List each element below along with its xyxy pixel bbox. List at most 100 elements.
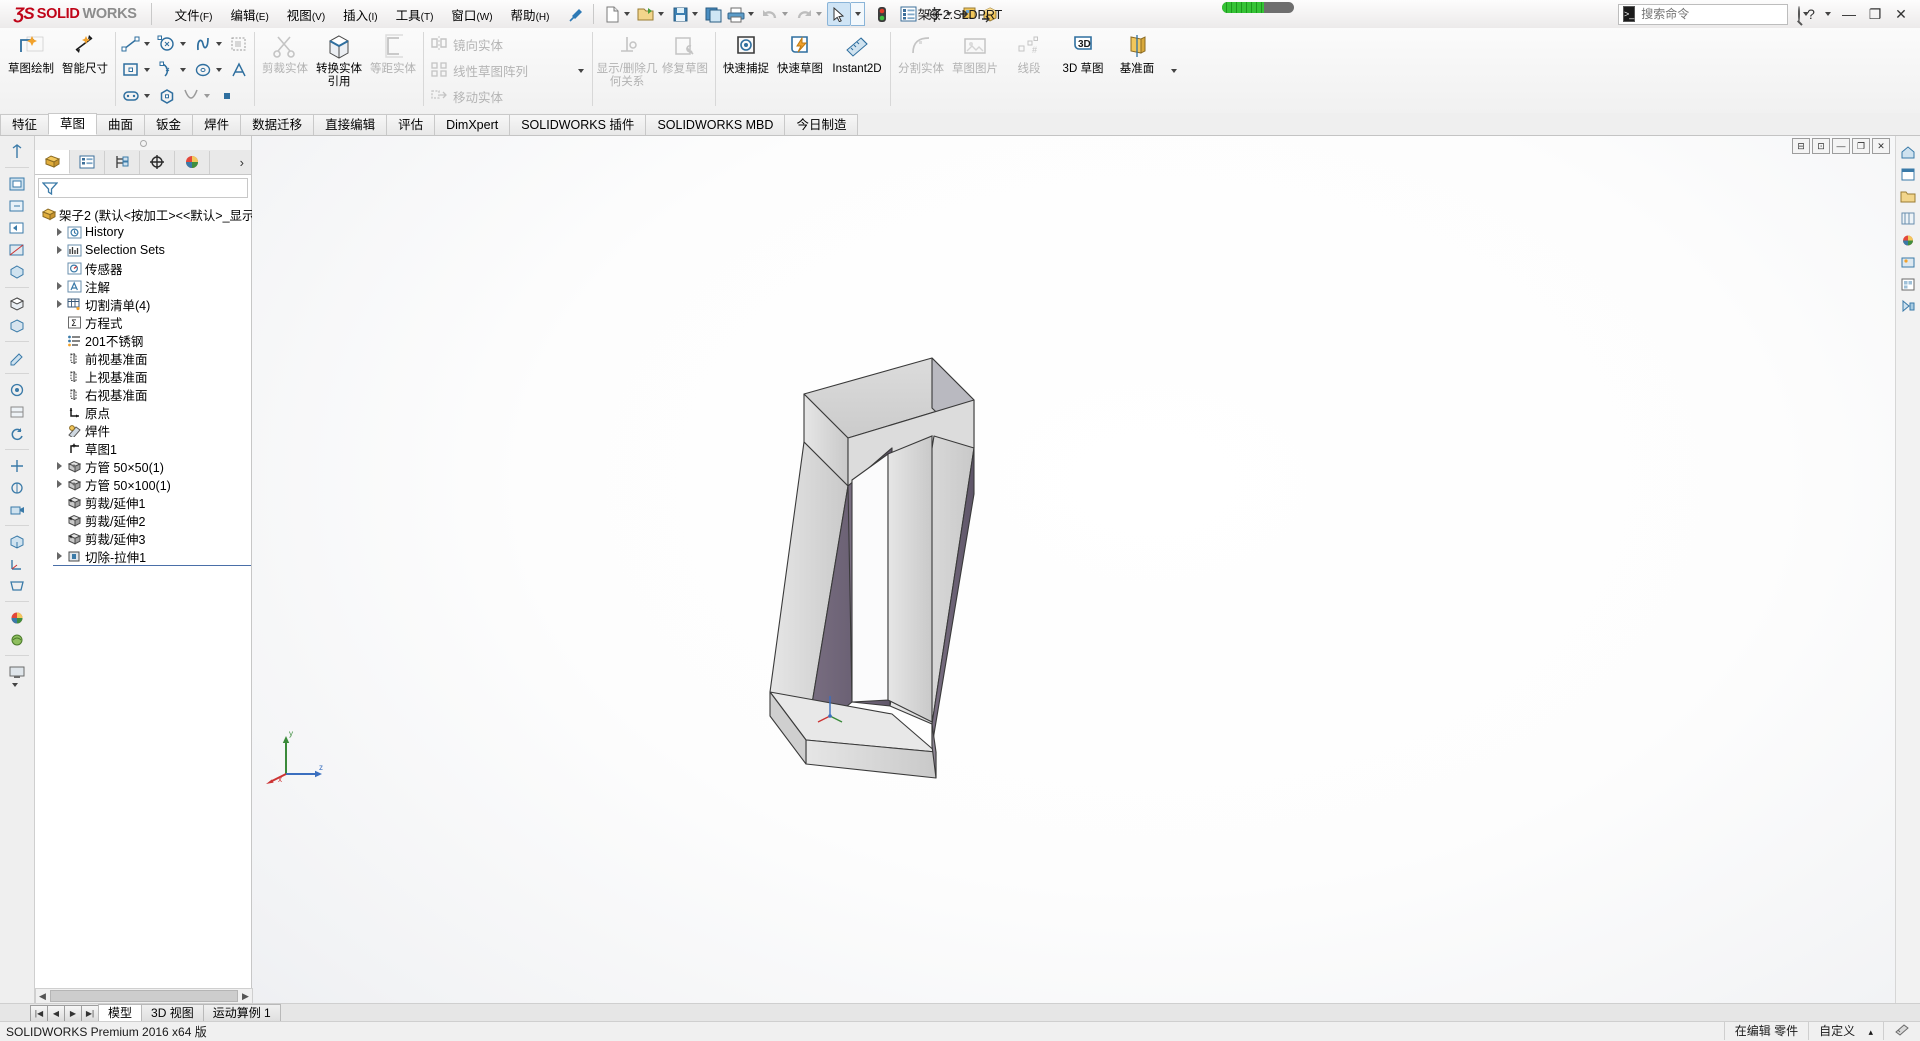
open-document-icon[interactable] bbox=[635, 3, 657, 25]
nav-last-button[interactable]: ▶| bbox=[81, 1004, 99, 1022]
reference-plane-button[interactable]: 基准面 bbox=[1110, 28, 1164, 76]
texture-icon[interactable] bbox=[2, 629, 32, 650]
print-dropdown-caret[interactable] bbox=[748, 12, 755, 16]
sketch-3d-button[interactable]: 3D 3D 草图 bbox=[1056, 28, 1110, 76]
point-icon[interactable] bbox=[215, 85, 239, 107]
undo-dropdown-caret[interactable] bbox=[782, 12, 789, 16]
undo-icon[interactable] bbox=[759, 3, 781, 25]
folder-icon[interactable] bbox=[1898, 186, 1918, 206]
split-entities-button[interactable]: 分割实体 bbox=[894, 28, 948, 76]
tab-manufacturing-today[interactable]: 今日制造 bbox=[784, 114, 859, 135]
close-button[interactable]: ✕ bbox=[1888, 3, 1914, 25]
rectangle-icon[interactable] bbox=[119, 59, 143, 81]
bottom-tab-model[interactable]: 模型 bbox=[98, 1004, 143, 1022]
bottom-tab-3d-views[interactable]: 3D 视图 bbox=[141, 1004, 204, 1022]
rectangle-dropdown-caret[interactable] bbox=[144, 68, 150, 72]
tree-item-selection-sets[interactable]: Selection Sets bbox=[53, 241, 251, 259]
tab-direct-editing[interactable]: 直接编辑 bbox=[313, 114, 388, 135]
trim-entities-button[interactable]: 剪裁实体 bbox=[258, 28, 312, 76]
tab-evaluate[interactable]: 评估 bbox=[386, 114, 436, 135]
status-units-icon[interactable] bbox=[1883, 1022, 1920, 1040]
sketch-draw-button[interactable]: 草图绘制 bbox=[4, 28, 58, 76]
nav-first-button[interactable]: |◀ bbox=[30, 1004, 48, 1022]
pan-icon[interactable] bbox=[2, 455, 32, 476]
help-dropdown-caret[interactable] bbox=[1825, 12, 1831, 16]
menu-item-insert[interactable]: 插入(I) bbox=[334, 1, 386, 28]
tree-item-trim-extend-2[interactable]: 剪裁/延伸2 bbox=[53, 511, 251, 529]
instant2d-button[interactable]: Instant2D bbox=[827, 28, 887, 76]
tree-item-origin[interactable]: 原点 bbox=[53, 403, 251, 421]
previous-view-icon[interactable] bbox=[2, 217, 32, 238]
roll-view-icon[interactable] bbox=[2, 477, 32, 498]
scroll-right-arrow[interactable]: ▶ bbox=[239, 991, 252, 1002]
arc-dropdown-caret[interactable] bbox=[180, 68, 186, 72]
nav-prev-button[interactable]: ◀ bbox=[47, 1004, 65, 1022]
save-icon[interactable] bbox=[669, 3, 691, 25]
print-icon[interactable] bbox=[725, 3, 747, 25]
spline-dropdown-caret[interactable] bbox=[216, 42, 222, 46]
tree-item-right-plane[interactable]: 右视基准面 bbox=[53, 385, 251, 403]
nav-next-button[interactable]: ▶ bbox=[64, 1004, 82, 1022]
sketch-pattern-icon[interactable] bbox=[227, 33, 251, 55]
tree-item-front-plane[interactable]: 前视基准面 bbox=[53, 349, 251, 367]
scroll-thumb[interactable] bbox=[50, 990, 238, 1002]
tree-item-equations[interactable]: Σ 方程式 bbox=[53, 313, 251, 331]
property-manager-icon[interactable] bbox=[70, 150, 105, 174]
apply-scene-icon[interactable] bbox=[2, 379, 32, 400]
redo-dropdown-caret[interactable] bbox=[816, 12, 823, 16]
search-commands-box[interactable]: >_ bbox=[1618, 3, 1810, 25]
options-dropdown-caret[interactable] bbox=[946, 12, 953, 16]
tree-item-annotations[interactable]: 注解 bbox=[53, 277, 251, 295]
screen-icon[interactable] bbox=[2, 661, 32, 682]
text-icon[interactable] bbox=[227, 59, 251, 81]
change-display-icon[interactable] bbox=[957, 3, 979, 25]
zoom-to-fit-icon[interactable] bbox=[2, 173, 32, 194]
sketch-picture-button[interactable]: 草图图片 bbox=[948, 28, 1002, 76]
view-selector-icon[interactable] bbox=[2, 261, 32, 282]
tree-item-history[interactable]: History bbox=[53, 223, 251, 241]
tree-tabs-more-icon[interactable]: › bbox=[233, 155, 251, 170]
select-dropdown-caret[interactable] bbox=[851, 2, 866, 26]
tree-item-top-plane[interactable]: 上视基准面 bbox=[53, 367, 251, 385]
tree-item-extrude-cut-1[interactable]: 切除-拉伸1 bbox=[53, 547, 251, 566]
tree-item-weldment[interactable]: 焊件 bbox=[53, 421, 251, 439]
restore-button[interactable]: ❐ bbox=[1862, 3, 1888, 25]
tab-solidworks-mbd[interactable]: SOLIDWORKS MBD bbox=[645, 114, 786, 135]
parabola-icon[interactable] bbox=[179, 85, 203, 107]
rotate-view-icon[interactable] bbox=[2, 423, 32, 444]
tree-item-material[interactable]: 201不锈钢 bbox=[53, 331, 251, 349]
zoom-area-icon[interactable] bbox=[2, 195, 32, 216]
pin-menu-icon[interactable] bbox=[568, 5, 586, 23]
menu-item-view[interactable]: 视图(V) bbox=[278, 1, 334, 28]
slot-dropdown-caret[interactable] bbox=[144, 94, 150, 98]
tree-horizontal-scrollbar[interactable]: ◀ ▶ bbox=[35, 988, 253, 1004]
offset-entities-button[interactable]: 等距实体 bbox=[366, 28, 420, 76]
view-orientation-icon[interactable] bbox=[2, 141, 32, 162]
tab-solidworks-addins[interactable]: SOLIDWORKS 插件 bbox=[509, 114, 647, 135]
tab-sketch[interactable]: 草图 bbox=[48, 113, 98, 135]
color-icon[interactable] bbox=[2, 607, 32, 628]
graphics-area[interactable]: ⊟ ⊡ — ❐ ✕ x y z bbox=[252, 136, 1920, 1004]
smart-dimension-button[interactable]: 智能尺寸 bbox=[58, 28, 112, 76]
tree-item-structural-member-50x100[interactable]: 方管 50×100(1) bbox=[53, 475, 251, 493]
circle-dropdown-caret[interactable] bbox=[180, 42, 186, 46]
tree-root-item[interactable]: 架子2 (默认<按加工><<默认>_显示状 bbox=[41, 205, 267, 223]
view-settings-icon[interactable] bbox=[2, 401, 32, 422]
new-document-icon[interactable] bbox=[601, 3, 623, 25]
perspective-icon[interactable] bbox=[2, 575, 32, 596]
tab-weldments[interactable]: 焊件 bbox=[192, 114, 242, 135]
help-button[interactable]: ? bbox=[1798, 3, 1824, 25]
rapid-sketch-button[interactable]: 快速草图 bbox=[773, 28, 827, 76]
tree-item-trim-extend-1[interactable]: 剪裁/延伸1 bbox=[53, 493, 251, 511]
panel-icon[interactable] bbox=[1898, 164, 1918, 184]
minimize-button[interactable]: — bbox=[1836, 3, 1862, 25]
menu-item-file[interactable]: 文件(F) bbox=[166, 1, 222, 28]
repair-sketch-button[interactable]: 修复草图 bbox=[658, 28, 712, 76]
appearances-icon[interactable] bbox=[1898, 230, 1918, 250]
tab-features[interactable]: 特征 bbox=[0, 114, 50, 135]
select-cursor-icon[interactable] bbox=[827, 2, 852, 26]
dimxpert-icon[interactable] bbox=[140, 150, 175, 174]
view-palette-icon[interactable] bbox=[1898, 274, 1918, 294]
polygon-icon[interactable] bbox=[155, 85, 179, 107]
tree-item-cut-list[interactable]: 切割清单(4) bbox=[53, 295, 251, 313]
